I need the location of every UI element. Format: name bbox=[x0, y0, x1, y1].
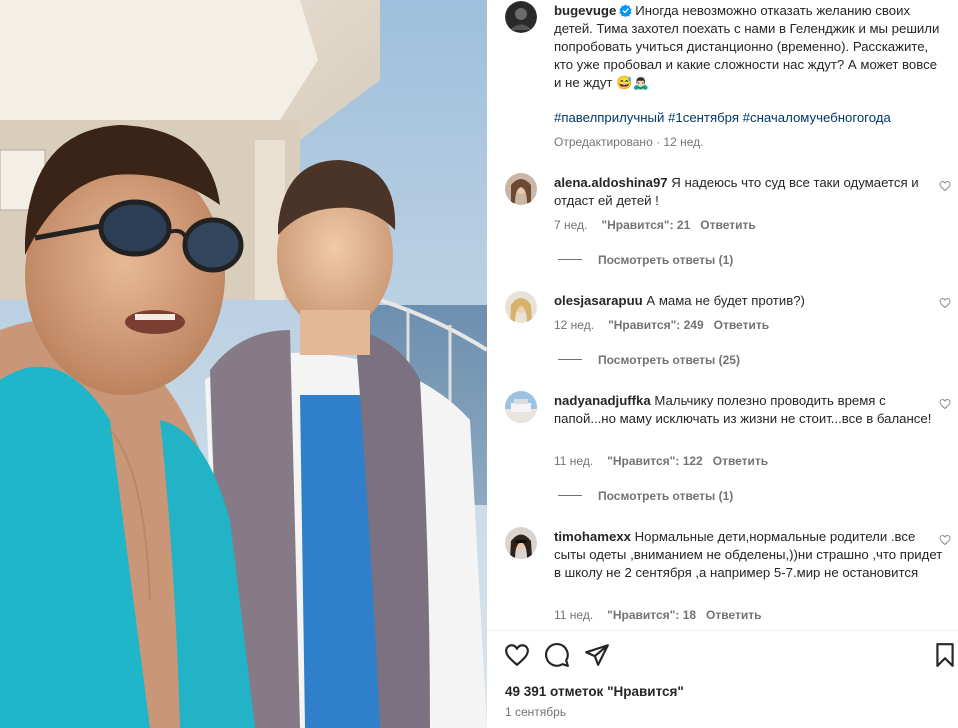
reply-button[interactable]: Ответить bbox=[714, 318, 769, 332]
comment-2: olesjasarapuu А мама не будет против?) bbox=[554, 292, 944, 310]
view-replies-label: Посмотреть ответы (1) bbox=[598, 253, 734, 267]
comment-meta: 11 нед. "Нравится": 18 Ответить bbox=[554, 607, 762, 623]
post-details-panel: bugevuge Иногда невозможно отказать желан… bbox=[487, 0, 958, 728]
view-replies-button[interactable]: Посмотреть ответы (1) bbox=[558, 252, 733, 268]
post-hashtags[interactable]: #павелприлучный #1сентября #сначаломучеб… bbox=[554, 109, 891, 127]
comment-age: 7 нед. bbox=[554, 218, 588, 232]
replies-divider-line bbox=[558, 495, 582, 496]
comment-username[interactable]: timohamexx bbox=[554, 529, 631, 544]
comment-meta: 11 нед. "Нравится": 122 Ответить bbox=[554, 453, 768, 469]
author-username[interactable]: bugevuge bbox=[554, 3, 616, 18]
share-icon[interactable] bbox=[584, 642, 610, 668]
comment-avatar[interactable] bbox=[505, 391, 537, 423]
post-date: 1 сентябрь bbox=[505, 705, 567, 719]
comment-age: 11 нед. bbox=[554, 454, 594, 468]
comment-username[interactable]: nadyanadjuffka bbox=[554, 393, 651, 408]
comment-meta: 12 нед. "Нравится": 249 Ответить bbox=[554, 317, 769, 333]
replies-divider-line bbox=[558, 359, 582, 360]
view-replies-button[interactable]: Посмотреть ответы (1) bbox=[558, 488, 733, 504]
post-caption: bugevuge Иногда невозможно отказать желан… bbox=[554, 2, 944, 92]
comment-1: alena.aldoshina97 Я надеюсь что суд все … bbox=[554, 174, 944, 210]
replies-divider-line bbox=[558, 259, 582, 260]
reply-button[interactable]: Ответить bbox=[700, 218, 755, 232]
comment-text: А мама не будет против?) bbox=[646, 293, 805, 308]
post-photo[interactable] bbox=[0, 0, 487, 728]
comment-likes[interactable]: "Нравится": 18 bbox=[607, 608, 696, 622]
comment-likes[interactable]: "Нравится": 122 bbox=[607, 454, 703, 468]
post-image bbox=[0, 0, 487, 728]
heart-icon[interactable] bbox=[504, 642, 530, 668]
comment-username[interactable]: alena.aldoshina97 bbox=[554, 175, 668, 190]
comment-icon[interactable] bbox=[544, 642, 570, 668]
view-replies-label: Посмотреть ответы (25) bbox=[598, 353, 740, 367]
verified-badge-icon bbox=[619, 4, 632, 17]
reply-button[interactable]: Ответить bbox=[706, 608, 761, 622]
comments-scroll-area[interactable]: bugevuge Иногда невозможно отказать желан… bbox=[487, 0, 958, 630]
comment-4: timohamexx Нормальные дети,нормальные ро… bbox=[554, 528, 944, 582]
comment-avatar[interactable] bbox=[505, 173, 537, 205]
comment-avatar[interactable] bbox=[505, 527, 537, 559]
comment-like-heart-icon[interactable] bbox=[939, 297, 951, 309]
comment-meta: 7 нед. "Нравится": 21 Ответить bbox=[554, 217, 756, 233]
comment-age: 12 нед. bbox=[554, 318, 595, 332]
comment-likes[interactable]: "Нравится": 249 bbox=[608, 318, 704, 332]
view-replies-label: Посмотреть ответы (1) bbox=[598, 489, 734, 503]
comment-like-heart-icon[interactable] bbox=[939, 534, 951, 546]
bookmark-icon[interactable] bbox=[932, 642, 958, 668]
comment-likes[interactable]: "Нравится": 21 bbox=[601, 218, 690, 232]
likes-count[interactable]: 49 391 отметок "Нравится" bbox=[505, 684, 684, 699]
comment-3: nadyanadjuffka Мальчику полезно проводит… bbox=[554, 392, 944, 428]
actions-divider bbox=[487, 630, 958, 631]
reply-button[interactable]: Ответить bbox=[713, 454, 768, 468]
comment-avatar[interactable] bbox=[505, 291, 537, 323]
author-avatar[interactable] bbox=[505, 1, 537, 33]
comment-age: 11 нед. bbox=[554, 608, 594, 622]
comment-like-heart-icon[interactable] bbox=[939, 398, 951, 410]
edited-label: Отредактировано · 12 нед. bbox=[554, 135, 704, 149]
comment-username[interactable]: olesjasarapuu bbox=[554, 293, 643, 308]
comment-like-heart-icon[interactable] bbox=[939, 180, 951, 192]
view-replies-button[interactable]: Посмотреть ответы (25) bbox=[558, 352, 740, 368]
